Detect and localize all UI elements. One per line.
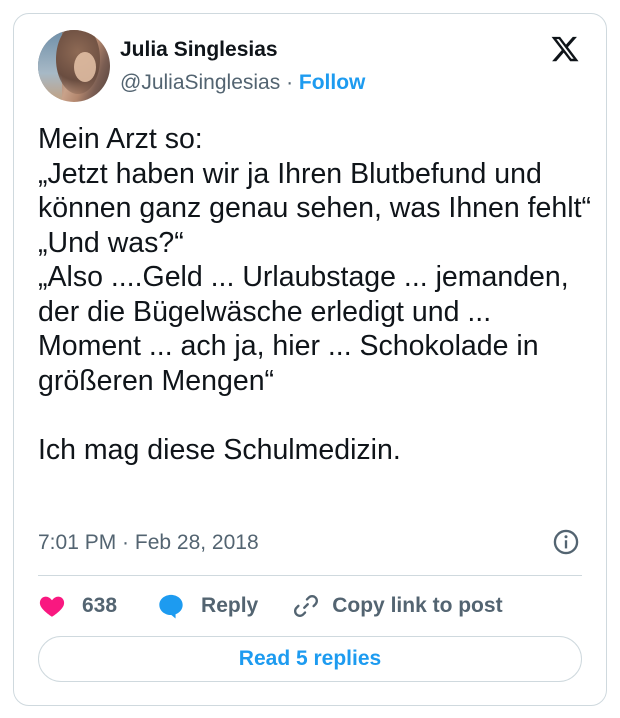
tweet-text: Mein Arzt so: „Jetzt haben wir ja Ihren … (38, 123, 591, 466)
action-bar: 638 Reply Copy link to post (38, 586, 503, 626)
author-handle[interactable]: @JuliaSinglesias (120, 71, 280, 94)
reply-button[interactable]: Reply (157, 592, 258, 620)
reply-label: Reply (201, 594, 259, 617)
link-icon (294, 595, 319, 617)
avatar-face (74, 52, 96, 82)
info-icon[interactable] (552, 528, 580, 556)
handle-separator: · (280, 71, 299, 94)
tweet-timestamp[interactable]: 7:01 PM · Feb 28, 2018 (38, 531, 259, 555)
like-button[interactable]: 638 (38, 592, 117, 620)
speech-bubble-icon (159, 594, 183, 619)
like-count: 638 (82, 594, 118, 617)
x-logo-icon[interactable] (548, 34, 582, 64)
author-handle-row: @JuliaSinglesias · Follow (120, 71, 365, 95)
heart-icon (39, 596, 65, 617)
copy-link-button[interactable]: Copy link to post (292, 592, 503, 620)
tweet-card: Julia Singlesias @JuliaSinglesias · Foll… (13, 13, 607, 706)
divider (38, 575, 582, 576)
follow-link[interactable]: Follow (299, 71, 366, 94)
copy-link-label: Copy link to post (332, 594, 503, 617)
avatar[interactable] (38, 30, 110, 102)
author-name[interactable]: Julia Singlesias (120, 38, 278, 62)
read-replies-button[interactable]: Read 5 replies (38, 636, 582, 682)
